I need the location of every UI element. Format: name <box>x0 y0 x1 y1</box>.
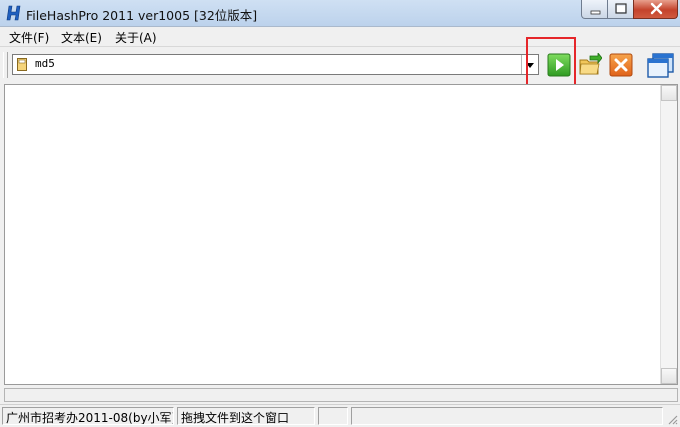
close-button[interactable] <box>633 0 678 19</box>
vertical-scrollbar[interactable] <box>660 85 677 384</box>
green-play-icon <box>547 53 571 77</box>
hash-output-area[interactable] <box>4 84 678 385</box>
toolbar-grip[interactable] <box>3 52 8 78</box>
status-panel-hint: 拖拽文件到这个窗口 <box>177 407 315 425</box>
start-button[interactable] <box>547 53 571 77</box>
maximize-button[interactable] <box>607 0 634 19</box>
stop-button[interactable] <box>609 53 633 77</box>
algorithm-value: md5 <box>35 57 55 70</box>
progress-strip <box>4 388 678 402</box>
orange-x-icon <box>609 53 633 77</box>
window-button[interactable] <box>647 53 675 78</box>
status-panel-credits: 广州市招考办2011-08(by小军) <box>2 407 174 425</box>
status-panel-4 <box>351 407 663 425</box>
algorithm-select[interactable]: md5 <box>12 54 539 75</box>
toolbar: md5 <box>0 46 680 83</box>
scroll-down-button[interactable] <box>661 368 677 384</box>
window-title: FileHashPro 2011 ver1005 [32位版本] <box>26 8 258 23</box>
resize-grip-icon[interactable] <box>666 413 678 425</box>
chevron-down-icon[interactable] <box>521 55 538 74</box>
menu-about[interactable]: 关于(A) <box>115 29 157 46</box>
filehashpro-h-icon <box>6 5 21 21</box>
minimize-icon <box>590 10 601 15</box>
menu-bar: 文件(F) 文本(E) 关于(A) <box>0 27 680 46</box>
menu-text[interactable]: 文本(E) <box>61 29 102 46</box>
windows-stack-icon <box>647 53 674 78</box>
menu-file[interactable]: 文件(F) <box>9 29 49 46</box>
title-bar[interactable]: FileHashPro 2011 ver1005 [32位版本] <box>0 0 680 27</box>
status-panel-3 <box>318 407 348 425</box>
folder-arrow-icon <box>579 51 603 75</box>
file-icon <box>17 58 27 71</box>
maximize-icon <box>615 3 627 14</box>
export-button[interactable] <box>578 51 603 77</box>
scroll-up-button[interactable] <box>661 85 677 101</box>
status-bar: 广州市招考办2011-08(by小军) 拖拽文件到这个窗口 <box>0 404 680 427</box>
minimize-button[interactable] <box>581 0 608 19</box>
close-icon <box>650 2 663 15</box>
